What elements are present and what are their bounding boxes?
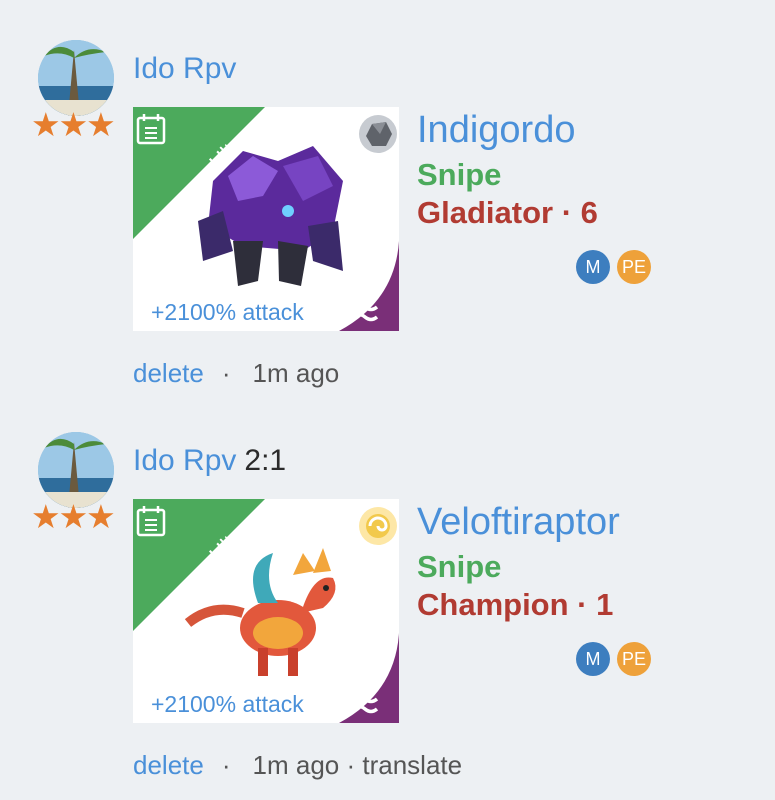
badge-m: M bbox=[576, 250, 610, 284]
wave-icon bbox=[339, 633, 399, 723]
username[interactable]: Ido Rpv 2:1 bbox=[133, 444, 286, 477]
wave-icon bbox=[339, 241, 399, 331]
post-footer: delete · 1m ago · translate bbox=[133, 750, 462, 781]
creature-image bbox=[198, 146, 343, 286]
badge-m: M bbox=[576, 642, 610, 676]
creature-rank: Gladiator · 6 bbox=[417, 195, 598, 230]
timestamp: 1m ago bbox=[252, 358, 340, 388]
post: ★★★ Ido Rpv 2:1 Ultra +2100% attack Velo… bbox=[0, 392, 775, 784]
attack-bonus: +2100% attack bbox=[151, 691, 304, 717]
translate-link[interactable]: · translate bbox=[346, 750, 462, 780]
separator: · bbox=[221, 358, 231, 388]
username[interactable]: Ido Rpv bbox=[133, 52, 244, 85]
delete-link[interactable]: delete bbox=[133, 358, 204, 388]
score: 2:1 bbox=[244, 444, 287, 477]
rating-stars: ★★★ bbox=[31, 106, 116, 143]
creature-type: Snipe bbox=[417, 549, 502, 584]
username-label[interactable]: Ido Rpv bbox=[133, 52, 236, 85]
rock-element-icon bbox=[359, 115, 397, 153]
post: ★★★ Ido Rpv Ultra +2100% attack Indigord… bbox=[0, 0, 775, 392]
post-footer: delete · 1m ago bbox=[133, 358, 339, 389]
creature-name[interactable]: Indigordo bbox=[417, 109, 575, 152]
creature-image bbox=[184, 548, 336, 676]
calendar-icon bbox=[136, 506, 166, 537]
attack-bonus: +2100% attack bbox=[151, 299, 304, 325]
avatar[interactable] bbox=[38, 40, 114, 116]
badge-pe: PE bbox=[617, 250, 651, 284]
rating-stars: ★★★ bbox=[31, 498, 116, 535]
avatar[interactable] bbox=[38, 432, 114, 508]
separator: · bbox=[221, 750, 231, 780]
creature-rank: Champion · 1 bbox=[417, 587, 614, 622]
badge-pe: PE bbox=[617, 642, 651, 676]
username-label[interactable]: Ido Rpv bbox=[133, 444, 236, 477]
creature-name[interactable]: Veloftiraptor bbox=[417, 501, 620, 544]
wind-element-icon bbox=[359, 507, 397, 545]
timestamp: 1m ago bbox=[252, 750, 340, 780]
delete-link[interactable]: delete bbox=[133, 750, 204, 780]
creature-type: Snipe bbox=[417, 157, 502, 192]
calendar-icon bbox=[136, 114, 166, 145]
